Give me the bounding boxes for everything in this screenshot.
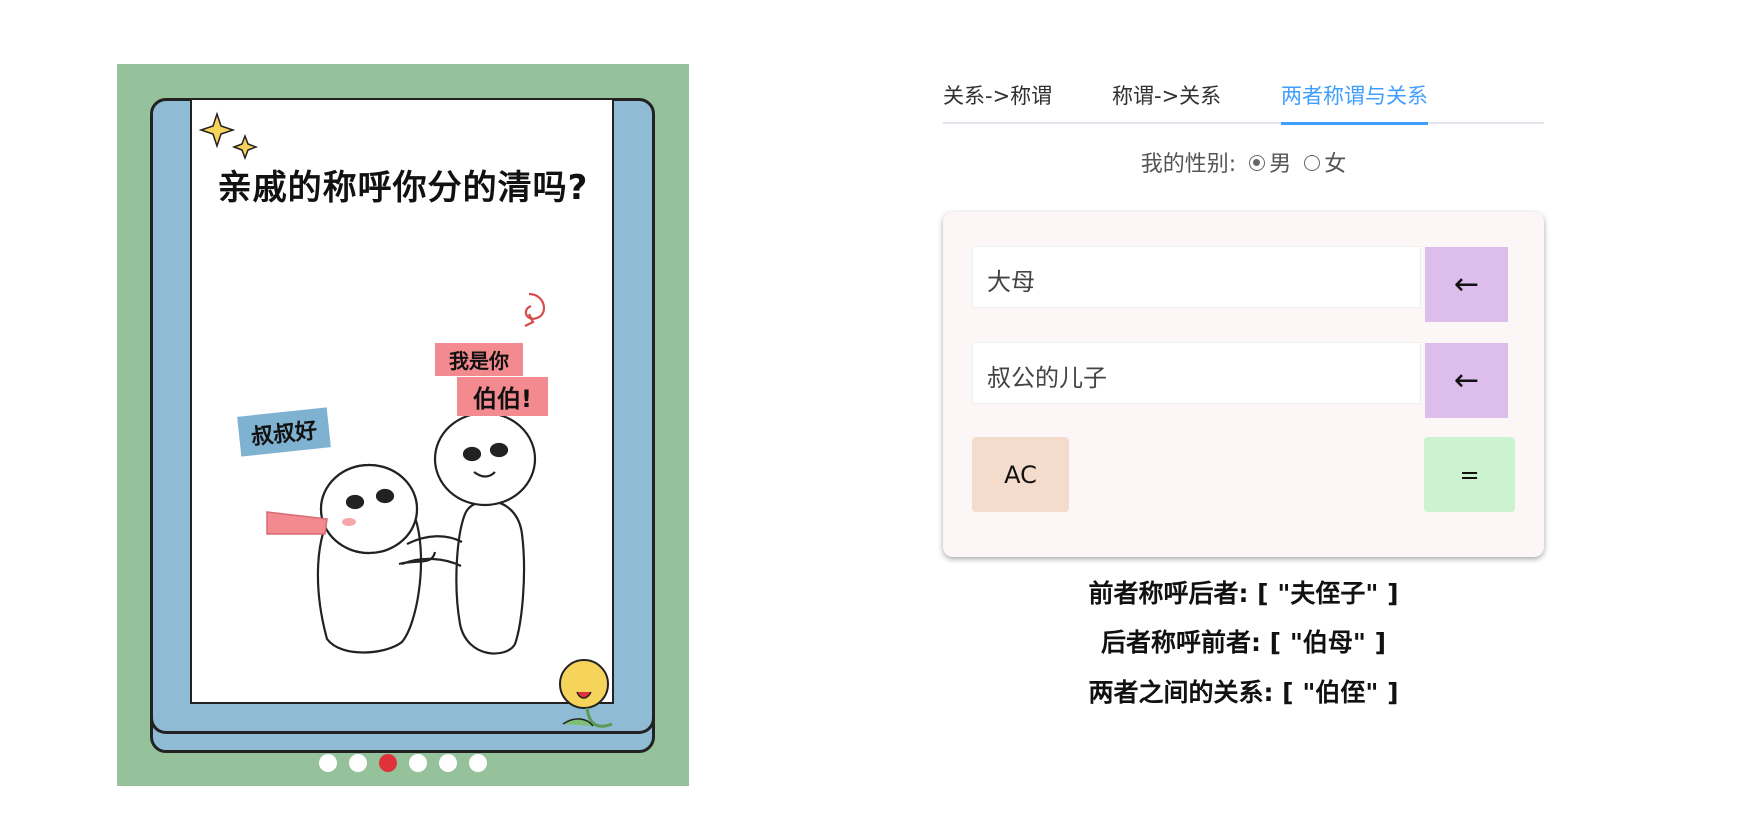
calculator-panel: 大母 ← 叔公的儿子 ← AC = <box>943 212 1544 557</box>
poster-title: 亲戚的称呼你分的清吗? <box>217 168 589 208</box>
left-arrow-icon: ← <box>1453 363 1480 398</box>
carousel-indicators <box>117 752 689 772</box>
clear-button[interactable]: AC <box>972 437 1069 512</box>
carousel-dot-2[interactable] <box>349 753 367 772</box>
image-carousel[interactable]: 亲戚的称呼你分的清吗? 叔叔好 我是你 伯伯! <box>117 64 689 786</box>
radio-male-label[interactable]: 男 <box>1269 152 1291 177</box>
result-relationship: 两者之间的关系: [ "伯侄" ] <box>1088 678 1399 707</box>
gender-selector: 我的性别: 男 女 <box>943 146 1544 178</box>
sparkle-icon <box>198 111 236 149</box>
carousel-dot-1[interactable] <box>319 753 337 772</box>
carousel-dot-5[interactable] <box>439 753 457 772</box>
left-arrow-icon: ← <box>1453 267 1480 302</box>
sparkle-icon <box>231 133 259 161</box>
tab-title-to-relation[interactable]: 称谓->关系 <box>1112 80 1221 122</box>
tab-both-titles[interactable]: 两者称谓与关系 <box>1281 80 1428 125</box>
radio-female[interactable] <box>1304 155 1321 171</box>
carousel-dot-6[interactable] <box>469 753 487 772</box>
right-character <box>401 411 537 655</box>
first-title-input[interactable]: 大母 <box>972 246 1421 308</box>
second-title-input[interactable]: 叔公的儿子 <box>972 342 1421 404</box>
carousel-dot-4[interactable] <box>409 753 427 772</box>
result-second-calls-first: 后者称呼前者: [ "伯母" ] <box>1100 628 1386 657</box>
sticker-intro-line2: 伯伯! <box>457 377 548 416</box>
sticker-intro-line1: 我是你 <box>435 343 523 376</box>
backspace-button-1[interactable]: ← <box>1425 247 1508 322</box>
carousel-dot-3[interactable] <box>379 753 397 772</box>
mode-tabs: 关系->称谓 称谓->关系 两者称谓与关系 <box>943 76 1544 125</box>
gender-label: 我的性别: <box>1140 152 1237 177</box>
backspace-button-2[interactable]: ← <box>1425 343 1508 418</box>
result-first-calls-second: 前者称呼后者: [ "夫侄子" ] <box>1088 579 1399 608</box>
tab-relation-to-title[interactable]: 关系->称谓 <box>943 80 1052 122</box>
radio-male[interactable] <box>1249 155 1266 171</box>
radio-female-label[interactable]: 女 <box>1324 152 1346 177</box>
speech-beam <box>266 511 328 535</box>
equals-button[interactable]: = <box>1424 437 1515 512</box>
flower-icon <box>559 659 613 728</box>
